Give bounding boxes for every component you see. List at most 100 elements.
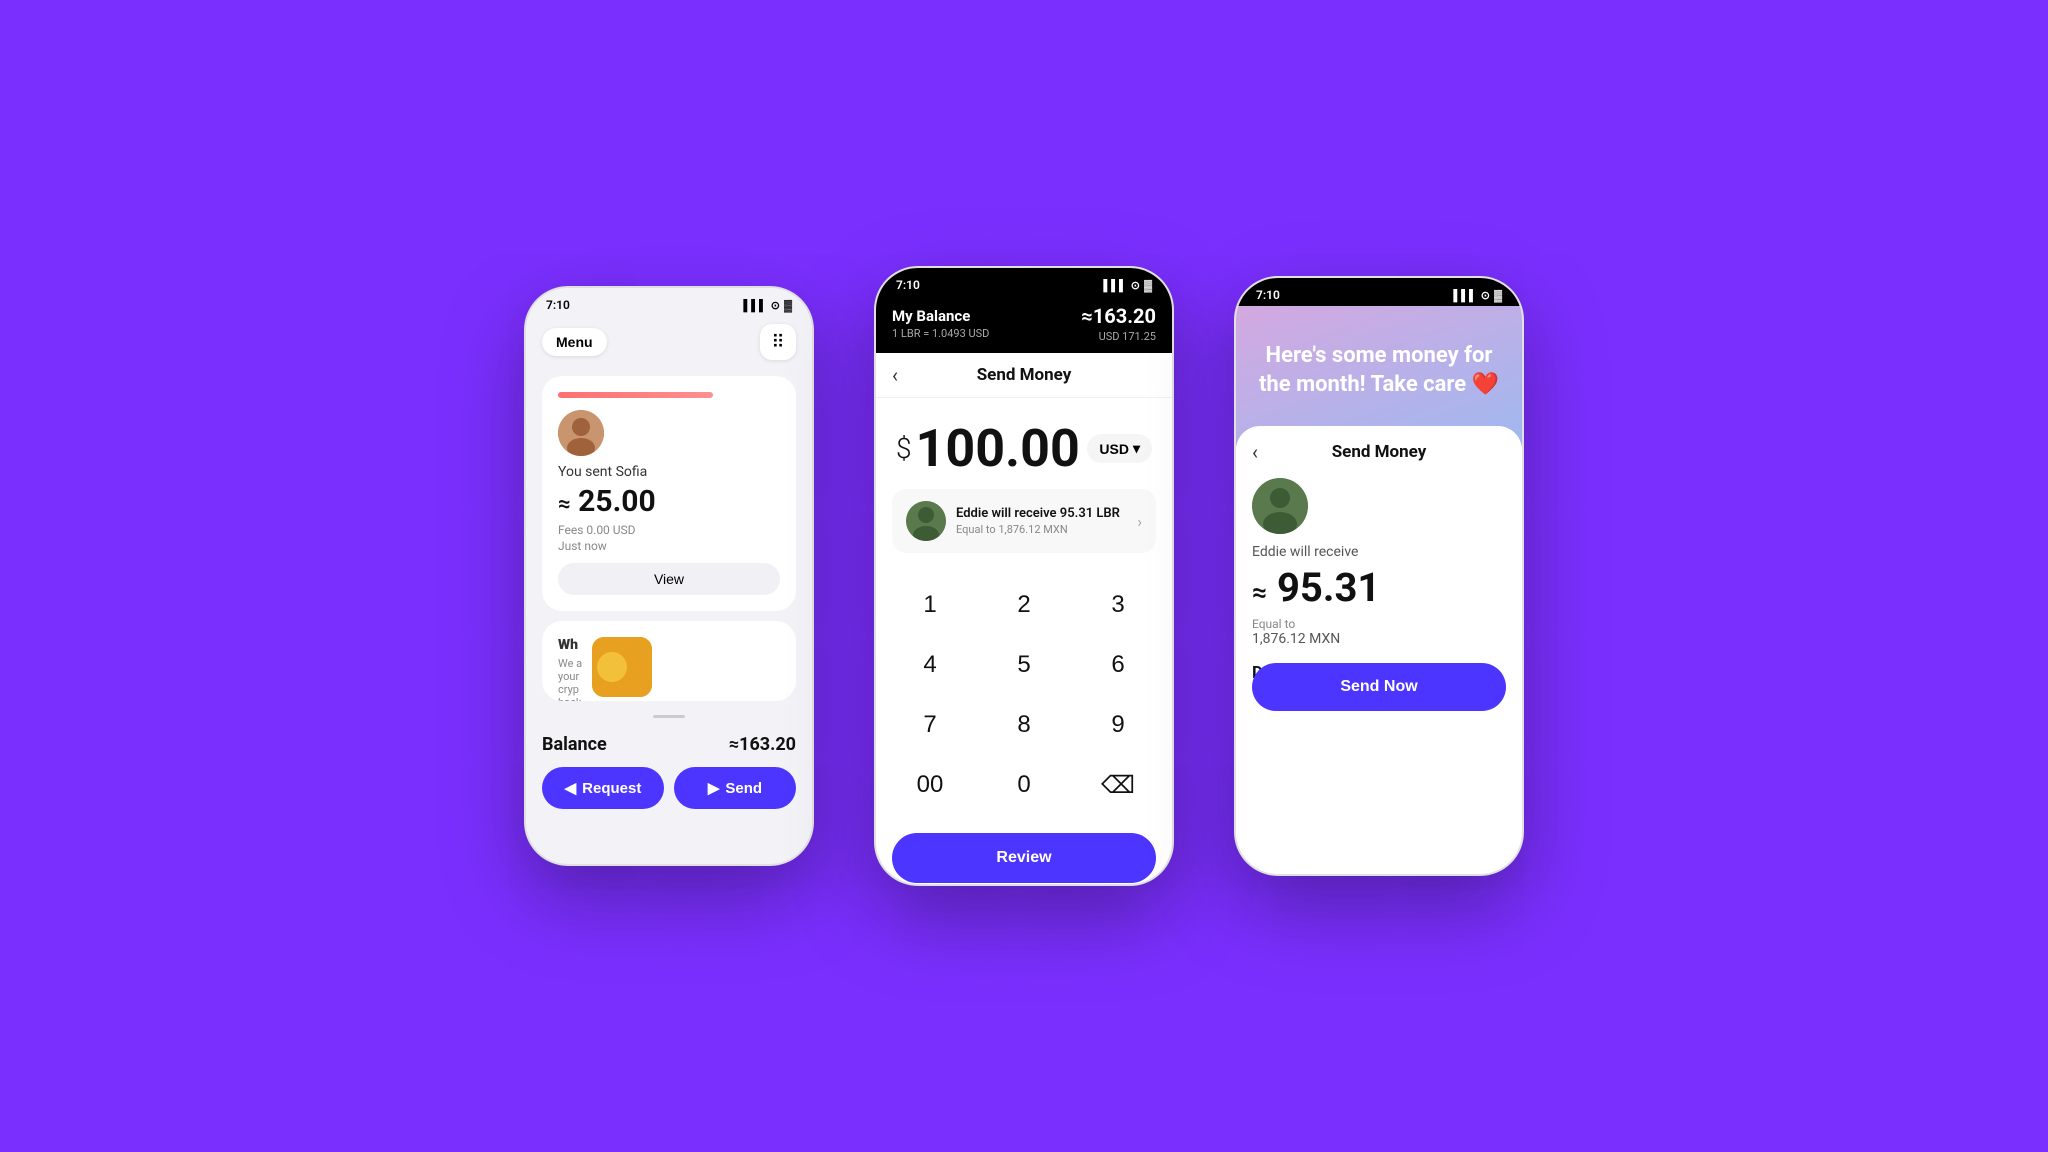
phone-1: 7:10 ▌▌▌ ⊙ ▓ Menu ⠿ You sent Sofia [524,286,814,866]
equal-value: 1,876.12 MXN [1252,631,1506,647]
signal-icon-2: ▌▌▌ [1103,279,1126,292]
time-text: Just now [558,539,780,553]
numpad-row-2: 4 5 6 [892,637,1156,693]
receiver-amount: ≈ 95.31 [1252,564,1506,611]
amount-display: $ 100.00 USD ▾ [876,398,1172,489]
key-3[interactable]: 3 [1080,577,1156,633]
sent-amount: ≈ 25.00 [558,484,780,519]
send-button[interactable]: ▶ Send [674,767,796,809]
qr-icon: ⠿ [771,332,784,353]
recipient-card[interactable]: Eddie will receive 95.31 LBR Equal to 1,… [892,489,1156,553]
request-label: Request [582,780,641,797]
back-arrow-2[interactable]: ‹ [892,363,898,387]
receiver-tilde-icon: ≈ [1252,578,1267,608]
currency-chevron-icon: ▾ [1133,440,1140,457]
numpad-row-3: 7 8 9 [892,697,1156,753]
amount-big: 100.00 [916,418,1080,479]
battery-icon: ▓ [784,299,792,312]
balance-row: Balance ≈163.20 [542,734,796,755]
currency-selector[interactable]: USD ▾ [1087,434,1152,463]
partial-body: We ayourcrypback [558,657,582,701]
phone-3: 7:10 ▌▌▌ ⊙ ▓ Here's some money for the m… [1234,276,1524,876]
signal-icon-3: ▌▌▌ [1453,289,1476,302]
hero-text: Here's some money for the month! Take ca… [1256,342,1502,399]
status-bar-2: 7:10 ▌▌▌ ⊙ ▓ [876,268,1172,296]
partial-card: Wh We ayourcrypback [542,621,796,701]
key-1[interactable]: 1 [892,577,968,633]
signal-icon: ▌▌▌ [743,299,766,312]
phone1-content: You sent Sofia ≈ 25.00 Fees 0.00 USD Jus… [526,368,812,709]
request-button[interactable]: ◀ Request [542,767,664,809]
receiver-amount-value: 95.31 [1277,564,1380,611]
time-1: 7:10 [546,298,570,312]
key-5[interactable]: 5 [986,637,1062,693]
fees-text: Fees 0.00 USD [558,523,780,537]
status-icons-2: ▌▌▌ ⊙ ▓ [1103,279,1152,292]
recipient-sub: Equal to 1,876.12 MXN [956,523,1127,536]
key-9[interactable]: 9 [1080,697,1156,753]
partial-title: Wh [558,637,582,653]
time-2: 7:10 [896,278,920,292]
wifi-icon-3: ⊙ [1481,289,1490,302]
receiver-label: Eddie will receive [1252,544,1506,560]
back-arrow-3[interactable]: ‹ [1252,440,1258,464]
balance-big: ≈163.20 [1081,304,1156,328]
recipient-info: Eddie will receive 95.31 LBR Equal to 1,… [956,506,1127,536]
scroll-dot [653,715,685,718]
send-label: Send [725,780,762,797]
phone1-footer: Balance ≈163.20 ◀ Request ▶ Send [526,724,812,825]
phone1-header: Menu ⠿ [526,316,812,368]
numpad-row-4: 00 0 ⌫ [892,757,1156,813]
send-now-button[interactable]: Send Now [1252,663,1506,711]
qr-button[interactable]: ⠿ [760,324,796,360]
balance-subtitle: 1 LBR = 1.0493 USD [892,327,989,340]
transaction-card: You sent Sofia ≈ 25.00 Fees 0.00 USD Jus… [542,376,796,611]
sofia-avatar [558,410,604,456]
scroll-indicator [526,709,812,724]
recipient-name: Eddie will receive 95.31 LBR [956,506,1127,521]
key-0[interactable]: 0 [986,757,1062,813]
key-4[interactable]: 4 [892,637,968,693]
numpad: 1 2 3 4 5 6 7 8 9 00 0 ⌫ [876,569,1172,825]
balance-title: My Balance [892,307,989,325]
review-button[interactable]: Review [892,833,1156,883]
phone3-nav: ‹ Send Money [1252,442,1506,462]
partial-image [592,637,652,697]
nav-title-2: Send Money [977,365,1072,385]
receiver-avatar [1252,478,1308,534]
key-8[interactable]: 8 [986,697,1062,753]
key-6[interactable]: 6 [1080,637,1156,693]
menu-button[interactable]: Menu [542,328,607,356]
sent-amount-value: 25.00 [578,484,656,519]
status-icons-3: ▌▌▌ ⊙ ▓ [1453,289,1502,302]
key-00[interactable]: 00 [892,757,968,813]
currency-label: USD [1099,441,1129,457]
recipient-chevron-icon: › [1137,512,1142,531]
dollar-sign: $ [896,432,912,465]
key-2[interactable]: 2 [986,577,1062,633]
status-icons-1: ▌▌▌ ⊙ ▓ [743,299,792,312]
phone2-topbar: My Balance 1 LBR = 1.0493 USD ≈163.20 US… [876,296,1172,353]
balance-value: ≈163.20 [729,734,796,755]
time-3: 7:10 [1256,288,1280,302]
balance-amount-block: ≈163.20 USD 171.25 [1081,304,1156,343]
equal-label: Equal to [1252,617,1506,631]
numpad-row-1: 1 2 3 [892,577,1156,633]
view-button[interactable]: View [558,563,780,595]
wifi-icon: ⊙ [771,299,780,312]
balance-label: Balance [542,734,607,755]
battery-icon-2: ▓ [1144,279,1152,292]
battery-icon-3: ▓ [1494,289,1502,302]
recipient-avatar-2 [906,501,946,541]
balance-usd: USD 171.25 [1081,330,1156,343]
key-7[interactable]: 7 [892,697,968,753]
phone3-content: ‹ Send Money Eddie will receive ≈ 95.31 … [1236,426,1522,711]
action-buttons: ◀ Request ▶ Send [542,767,796,809]
card-top-bar [558,392,713,398]
send-arrow-icon: ▶ [708,779,720,797]
balance-info: My Balance 1 LBR = 1.0493 USD [892,307,989,340]
key-backspace[interactable]: ⌫ [1080,757,1156,813]
sent-label: You sent Sofia [558,464,780,480]
wifi-icon-2: ⊙ [1131,279,1140,292]
status-bar-3: 7:10 ▌▌▌ ⊙ ▓ [1236,278,1522,306]
